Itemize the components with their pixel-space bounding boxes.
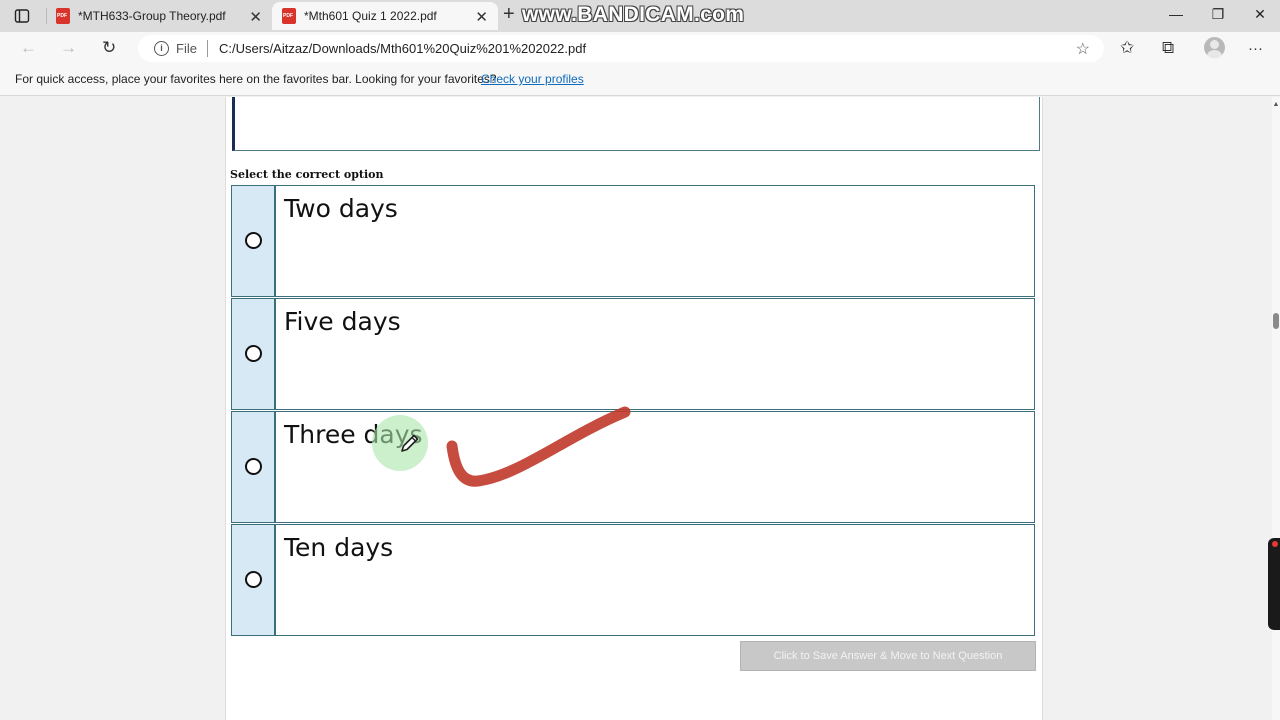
tab-mth633[interactable]: *MTH633-Group Theory.pdf ✕ [46, 2, 272, 30]
radio-button[interactable] [245, 232, 262, 249]
radio-cell [232, 186, 276, 296]
reload-button[interactable]: ↻ [102, 38, 116, 58]
address-bar[interactable]: i File C:/Users/Aitzaz/Downloads/Mth601%… [138, 35, 1104, 62]
question-box [232, 97, 1040, 151]
address-toolbar: ← → ↻ i File C:/Users/Aitzaz/Downloads/M… [0, 32, 1280, 64]
info-icon[interactable]: i [154, 41, 169, 56]
select-option-label: Select the correct option [230, 168, 384, 181]
tab-actions-icon[interactable] [14, 8, 30, 24]
pdf-page: Select the correct option Two days Five … [225, 97, 1043, 720]
tab-strip: *MTH633-Group Theory.pdf ✕ *Mth601 Quiz … [0, 0, 1280, 32]
profile-avatar[interactable] [1204, 37, 1225, 58]
option-five-days[interactable]: Five days [231, 298, 1035, 410]
minimize-button[interactable]: — [1166, 6, 1186, 22]
file-label: File [176, 41, 197, 56]
option-three-days[interactable]: Three days [231, 411, 1035, 523]
bandicam-watermark: www.BANDICAM.com [522, 3, 745, 26]
maximize-button[interactable]: ❐ [1208, 6, 1228, 23]
check-profiles-link[interactable]: Check your profiles [481, 72, 584, 86]
radio-cell [232, 525, 276, 635]
option-two-days[interactable]: Two days [231, 185, 1035, 297]
add-favorite-icon[interactable]: ☆ [1076, 39, 1090, 59]
pdf-viewport: Select the correct option Two days Five … [0, 97, 1272, 720]
address-separator [207, 40, 208, 57]
radio-button[interactable] [245, 345, 262, 362]
radio-button[interactable] [245, 571, 262, 588]
radio-button[interactable] [245, 458, 262, 475]
option-label: Ten days [284, 533, 394, 562]
radio-cell [232, 299, 276, 409]
pdf-icon [56, 8, 70, 24]
favorites-icon[interactable]: ✩ [1120, 38, 1134, 58]
tab-title: *MTH633-Group Theory.pdf [78, 9, 226, 23]
screenrec-widget[interactable] [1268, 538, 1280, 630]
tab-close-icon[interactable]: ✕ [249, 8, 262, 26]
favorites-bar: For quick access, place your favorites h… [0, 64, 1280, 96]
url-text[interactable]: C:/Users/Aitzaz/Downloads/Mth601%20Quiz%… [219, 41, 586, 56]
new-tab-button[interactable]: + [503, 3, 515, 26]
tab-close-icon[interactable]: ✕ [475, 8, 488, 26]
option-label: Two days [284, 194, 398, 223]
more-menu-icon[interactable]: ··· [1248, 40, 1263, 57]
pdf-icon [282, 8, 296, 24]
forward-button[interactable]: → [60, 38, 77, 58]
tab-title: *Mth601 Quiz 1 2022.pdf [304, 9, 437, 23]
option-ten-days[interactable]: Ten days [231, 524, 1035, 636]
save-next-button[interactable]: Click to Save Answer & Move to Next Ques… [740, 641, 1036, 671]
tab-mth601-active[interactable]: *Mth601 Quiz 1 2022.pdf ✕ [272, 2, 498, 30]
favorites-hint: For quick access, place your favorites h… [15, 72, 497, 86]
pen-icon [401, 434, 419, 452]
back-button[interactable]: ← [20, 38, 37, 58]
option-label: Five days [284, 307, 401, 336]
record-dot-icon [1272, 541, 1278, 547]
radio-cell [232, 412, 276, 522]
scroll-up-icon[interactable]: ▲ [1272, 101, 1280, 108]
close-window-button[interactable]: ✕ [1250, 6, 1270, 23]
scroll-thumb[interactable] [1273, 313, 1279, 329]
collections-icon[interactable]: ⧉ [1162, 38, 1174, 58]
